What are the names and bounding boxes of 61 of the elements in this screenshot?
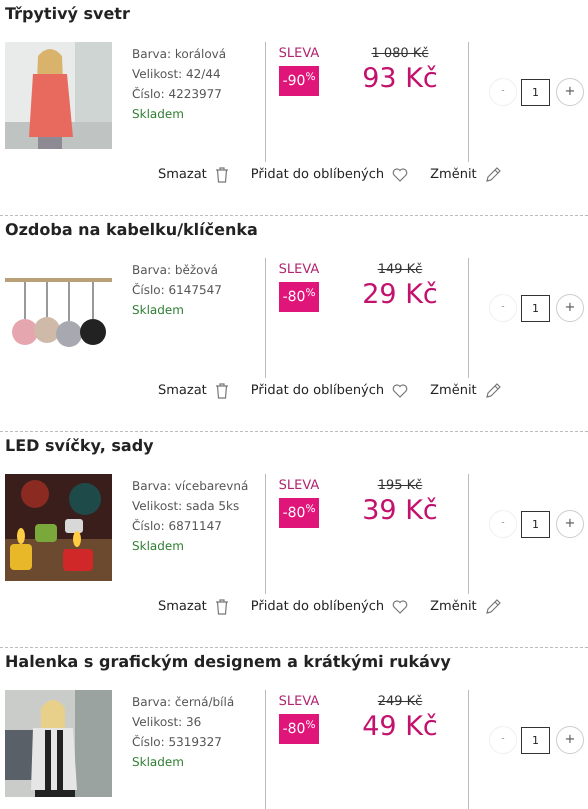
action-link[interactable]: Přidat do oblíbených xyxy=(250,597,408,617)
detail-text: Velikost: 36 xyxy=(132,714,202,731)
detail-text: Číslo: 5319327 xyxy=(132,734,223,751)
product-title[interactable]: Halenka s grafickým designem a krátkými rukávy xyxy=(0,650,588,680)
action-link[interactable]: Smazat xyxy=(158,381,229,401)
sale-price: 93 Kč xyxy=(362,62,438,96)
sale-price: 29 Kč xyxy=(362,278,438,312)
product-title[interactable]: Ozdoba na kabelku/klíčenka xyxy=(0,218,588,248)
increment-button[interactable]: + xyxy=(556,726,584,754)
sale-label: SLEVA xyxy=(278,478,320,494)
heart-icon xyxy=(392,600,408,614)
detail-text: Číslo: 6871147 xyxy=(132,518,223,535)
detail-text: Číslo: 4223977 xyxy=(132,86,223,103)
sale-label: SLEVA xyxy=(278,694,320,710)
sale-price: 39 Kč xyxy=(362,494,438,528)
quantity-field[interactable]: 1 xyxy=(521,726,550,754)
discount-badge: -80$^{%}$ xyxy=(278,282,320,312)
stock-status: Skladem xyxy=(132,106,185,123)
action-link[interactable]: Přidat do oblíbených xyxy=(250,381,408,401)
stock-status: Skladem xyxy=(132,538,185,555)
trash-icon xyxy=(214,599,229,615)
detail-text: Číslo: 6147547 xyxy=(132,282,223,299)
detail-text: Barva: korálová xyxy=(132,46,228,63)
pencil-icon xyxy=(484,383,501,399)
product-title[interactable]: Třpytivý svetr xyxy=(0,2,588,32)
heart-icon xyxy=(392,168,408,182)
trash-icon xyxy=(214,167,229,183)
sale-label: SLEVA xyxy=(278,46,320,62)
sale-label: SLEVA xyxy=(278,262,320,278)
stock-status: Skladem xyxy=(132,302,185,319)
detail-text: Barva: vícebarevná xyxy=(132,478,250,495)
quantity-field[interactable]: 1 xyxy=(521,294,550,322)
action-link[interactable]: Smazat xyxy=(158,165,229,185)
action-link[interactable]: Přidat do oblíbených xyxy=(250,165,408,185)
detail-text: Barva: běžová xyxy=(132,262,219,279)
discount-badge: -80$^{%}$ xyxy=(278,714,320,744)
discount-badge: -80$^{%}$ xyxy=(278,498,320,528)
sale-price: 49 Kč xyxy=(362,710,438,744)
action-link[interactable]: Smazat xyxy=(158,597,229,617)
product-title[interactable]: LED svíčky, sady xyxy=(0,434,588,464)
action-link[interactable]: Změnit xyxy=(430,597,501,617)
action-link[interactable]: Změnit xyxy=(430,381,501,401)
detail-text: Barva: černá/bílá xyxy=(132,694,236,711)
increment-button[interactable]: + xyxy=(556,510,584,538)
discount-badge: -90$^{%}$ xyxy=(278,66,320,96)
quantity-field[interactable]: 1 xyxy=(521,78,550,106)
detail-text: Velikost: 42/44 xyxy=(132,66,222,83)
original-price: 149 Kč xyxy=(378,262,422,278)
pencil-icon xyxy=(484,167,501,183)
increment-button[interactable]: + xyxy=(556,294,584,322)
stock-status: Skladem xyxy=(132,754,185,771)
quantity-field[interactable]: 1 xyxy=(521,510,550,538)
original-price: 249 Kč xyxy=(378,694,422,710)
detail-text: Velikost: sada 5ks xyxy=(132,498,240,515)
increment-button[interactable]: + xyxy=(556,78,584,106)
original-price: 195 Kč xyxy=(378,478,422,494)
pencil-icon xyxy=(484,599,501,615)
original-price: 1 080 Kč xyxy=(371,46,429,62)
trash-icon xyxy=(214,383,229,399)
heart-icon xyxy=(392,384,408,398)
action-link[interactable]: Změnit xyxy=(430,165,501,185)
